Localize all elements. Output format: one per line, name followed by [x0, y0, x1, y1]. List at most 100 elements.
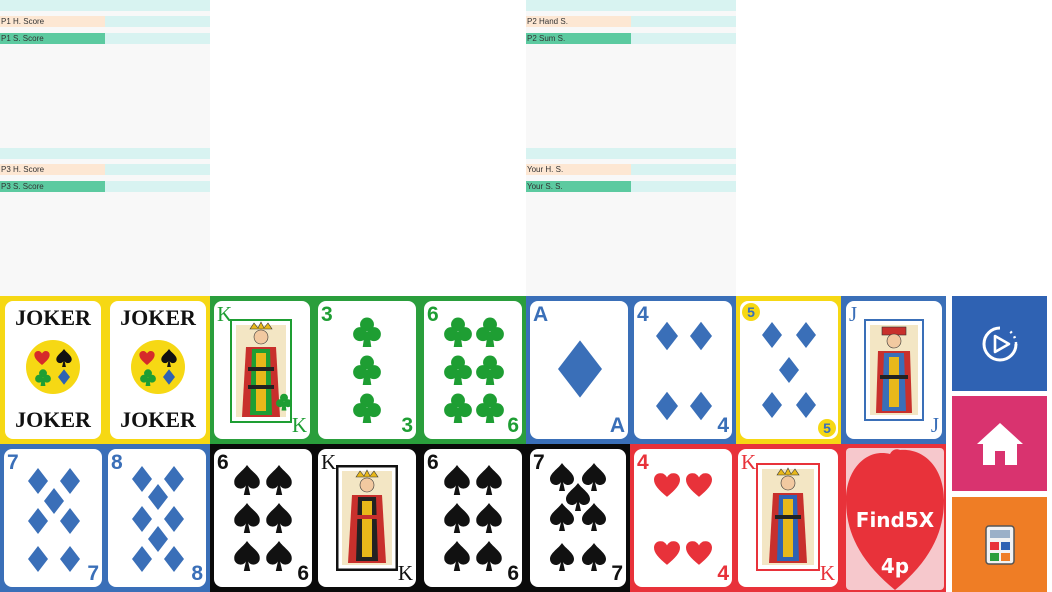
your-sum-score-value [631, 181, 736, 192]
diamond-icon [656, 321, 678, 351]
spade-icon [234, 503, 260, 533]
spade-icon [476, 541, 502, 571]
p1-sum-score-row: P1 S. Score [0, 33, 210, 44]
card-rank-bottom: J [930, 413, 939, 437]
playing-card[interactable]: 8 8 [108, 449, 206, 587]
panel-header-bar [0, 148, 210, 159]
playing-card[interactable]: K K [214, 301, 310, 439]
playing-card[interactable]: 4 4 [634, 449, 732, 587]
home-icon [976, 422, 1023, 465]
club-icon [476, 317, 504, 347]
p2-hand-score-label: P2 Hand S. [526, 16, 631, 27]
card-rank-bottom: 3 [401, 414, 413, 437]
club-icon [353, 393, 381, 423]
club-icon [353, 317, 381, 347]
p3-sum-score-value [105, 181, 210, 192]
playing-card[interactable]: 5 5 [740, 301, 838, 439]
spade-icon [266, 541, 292, 571]
diamond-icon [28, 508, 48, 534]
panel-header-bar [526, 148, 736, 159]
joker-card[interactable]: JOKER JOKER [5, 301, 101, 439]
diamond-icon [690, 321, 712, 351]
king-face-art [336, 465, 398, 571]
p3-sum-score-label: P3 S. Score [0, 181, 105, 192]
diamond-icon [132, 546, 152, 572]
your-hand-score-row: Your H. S. [526, 164, 736, 175]
panel-header-bar [0, 0, 210, 11]
playing-card[interactable]: 6 6 [424, 449, 522, 587]
joker-emblem [131, 340, 185, 394]
playing-card[interactable]: K K [738, 449, 838, 587]
card-rank-bottom: K [291, 413, 307, 437]
replay-icon [982, 326, 1017, 361]
your-sum-score-label: Your S. S. [526, 181, 631, 192]
club-icon [353, 355, 381, 385]
diamond-icon [779, 357, 799, 383]
card-rank-top: 8 [111, 451, 123, 474]
playing-card[interactable]: 3 3 [318, 301, 416, 439]
game-logo: Find5X 4p [846, 448, 944, 590]
king-face-art [756, 463, 820, 571]
p3-hand-score-label: P3 H. Score [0, 164, 105, 175]
card-rank-bottom: 8 [191, 562, 203, 585]
card-rank-top: K [321, 450, 337, 474]
playing-card[interactable]: 7 7 [4, 449, 102, 587]
card-rank-top: 3 [321, 303, 333, 326]
spade-icon [234, 541, 260, 571]
spade-icon [582, 503, 606, 531]
card-rank-top: J [849, 302, 858, 326]
p3-score-panel: P3 H. Score P3 S. Score [0, 148, 210, 296]
card-rank-bottom: K [819, 561, 835, 585]
score-calculator-button[interactable] [952, 497, 1047, 592]
p2-hand-score-value [631, 16, 736, 27]
club-icon [444, 393, 472, 423]
card-rank-top: 6 [427, 303, 439, 326]
diamond-icon [656, 391, 678, 421]
playing-card[interactable]: J J [846, 301, 942, 439]
card-rank-bottom: 4 [717, 562, 729, 585]
card-rank-top: K [741, 450, 757, 474]
card-rank-bottom: 6 [507, 562, 519, 585]
card-rank-bottom: 7 [611, 562, 623, 585]
your-sum-score-row: Your S. S. [526, 181, 736, 192]
spade-icon [266, 503, 292, 533]
replay-button[interactable] [952, 296, 1047, 391]
club-icon [444, 355, 472, 385]
card-rank-bottom: A [609, 414, 625, 437]
playing-card[interactable]: A A [530, 301, 628, 439]
playing-card[interactable]: K K [318, 449, 416, 587]
playing-card[interactable]: 4 4 [634, 301, 732, 439]
club-icon [476, 393, 504, 423]
p1-hand-score-row: P1 H. Score [0, 16, 210, 27]
spade-icon [582, 543, 606, 571]
card-rank-top: 6 [427, 451, 439, 474]
spade-icon [550, 503, 574, 531]
joker-label-bottom: JOKER [15, 407, 91, 432]
home-button[interactable] [952, 396, 1047, 491]
card-rank-top: 4 [637, 451, 649, 474]
p3-hand-score-row: P3 H. Score [0, 164, 210, 175]
p2-hand-score-row: P2 Hand S. [526, 16, 736, 27]
jack-face-art [864, 319, 924, 421]
playing-card[interactable]: 6 6 [214, 449, 312, 587]
p3-hand-score-value [105, 164, 210, 175]
logo-title: Find5X [855, 508, 935, 532]
spade-icon [476, 465, 502, 495]
card-rank-bottom: 7 [87, 562, 99, 585]
playing-card[interactable]: 6 6 [424, 301, 522, 439]
joker-card[interactable]: JOKER JOKER [110, 301, 206, 439]
diamond-icon [762, 392, 782, 418]
card-rank-top: 4 [637, 303, 649, 326]
club-icon [276, 393, 292, 411]
diamond-icon [796, 392, 816, 418]
p1-hand-score-value [105, 16, 210, 27]
card-rank-bottom: 5 [818, 419, 836, 437]
spade-icon [444, 465, 470, 495]
diamond-icon [690, 391, 712, 421]
joker-emblem [26, 340, 80, 394]
p1-sum-score-label: P1 S. Score [0, 33, 105, 44]
playing-card[interactable]: 7 7 [530, 449, 626, 587]
spade-icon [550, 543, 574, 571]
your-hand-score-value [631, 164, 736, 175]
club-icon [444, 317, 472, 347]
